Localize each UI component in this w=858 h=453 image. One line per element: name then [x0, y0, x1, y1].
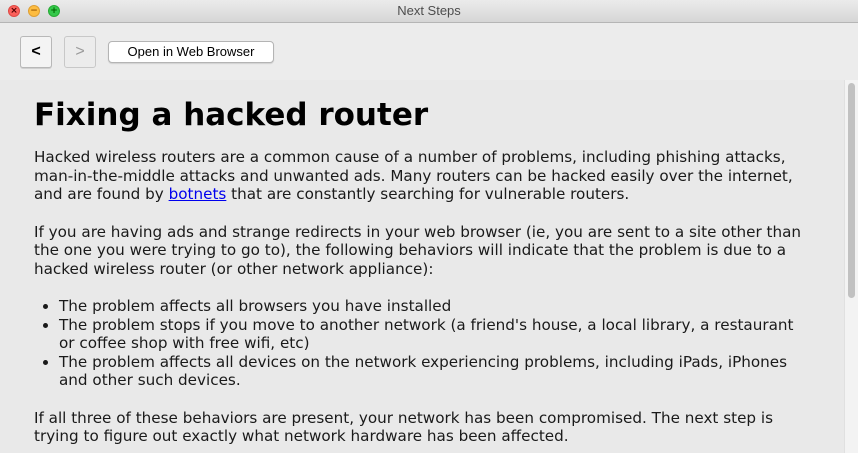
window-title: Next Steps [397, 3, 461, 18]
article-body: Fixing a hacked router Hacked wireless r… [0, 96, 844, 446]
symptoms-paragraph: If you are having ads and strange redire… [34, 222, 802, 278]
article-heading: Fixing a hacked router [34, 97, 429, 133]
intro-paragraph: Hacked wireless routers are a common cau… [34, 148, 810, 204]
scrollbar-thumb[interactable] [848, 83, 855, 298]
vertical-scrollbar[interactable] [844, 80, 858, 453]
toolbar: < > Open in Web Browser [0, 23, 858, 80]
list-item: The problem affects all devices on the n… [59, 353, 810, 390]
title-bar: × − + Next Steps [0, 0, 858, 23]
intro-text-after: that are constantly searching for vulner… [226, 185, 630, 203]
list-item: The problem stops if you move to another… [59, 316, 810, 353]
open-in-web-browser-button[interactable]: Open in Web Browser [108, 41, 274, 63]
list-item: The problem affects all browsers you hav… [59, 297, 810, 316]
app-window: × − + Next Steps < > Open in Web Browser… [0, 0, 858, 453]
back-button[interactable]: < [20, 36, 52, 68]
conclusion-paragraph: If all three of these behaviors are pres… [34, 408, 774, 446]
behavior-list: The problem affects all browsers you hav… [34, 297, 810, 390]
botnets-link[interactable]: botnets [169, 185, 227, 203]
article-view[interactable]: Fixing a hacked router Hacked wireless r… [0, 80, 844, 453]
forward-button[interactable]: > [64, 36, 96, 68]
